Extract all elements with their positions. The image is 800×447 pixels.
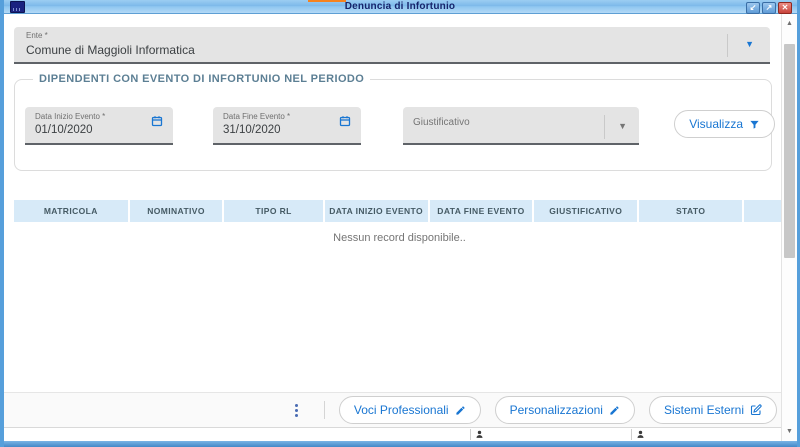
data-inizio-value: 01/10/2020 xyxy=(35,124,93,136)
toolbar-divider xyxy=(323,401,325,419)
chevron-down-icon[interactable]: ▼ xyxy=(745,39,754,49)
more-options-button[interactable] xyxy=(284,397,310,423)
sistemi-esterni-label: Sistemi Esterni xyxy=(663,403,744,417)
pencil-icon xyxy=(610,405,619,415)
voci-professionali-button[interactable]: Voci Professionali xyxy=(338,396,481,424)
window-bottom-frame xyxy=(4,441,797,447)
column-header-actions xyxy=(744,200,785,222)
visualizza-button[interactable]: Visualizza xyxy=(674,110,775,138)
column-header-data-inizio-evento[interactable]: DATA INIZIO EVENTO xyxy=(325,200,430,222)
filter-icon xyxy=(750,120,759,129)
calendar-icon[interactable] xyxy=(151,115,163,127)
column-header-data-fine-evento[interactable]: DATA FINE EVENTO xyxy=(430,200,535,222)
column-header-matricola[interactable]: MATRICOLA xyxy=(14,200,130,222)
dot xyxy=(295,403,299,407)
person-icon xyxy=(475,430,484,439)
titlebar: Denuncia di Infortunio ↙ ↗ ✕ xyxy=(4,0,797,14)
top-accent-stripe xyxy=(308,0,346,2)
edit-document-icon xyxy=(750,404,762,416)
person-icon xyxy=(636,430,645,439)
status-divider xyxy=(631,429,632,440)
dot xyxy=(295,408,299,412)
scrollbar-thumb[interactable] xyxy=(784,44,795,258)
data-inizio-evento-field[interactable]: Data Inizio Evento * 01/10/2020 xyxy=(25,107,173,145)
filters-fieldset: DIPENDENTI CON EVENTO DI INFORTUNIO NEL … xyxy=(14,73,775,171)
column-header-giustificativo[interactable]: GIUSTIFICATIVO xyxy=(534,200,640,222)
data-inizio-label: Data Inizio Evento * xyxy=(35,112,106,121)
ente-label: Ente * xyxy=(26,31,48,40)
window-content: Ente * Comune di Maggioli Informatica ▼ … xyxy=(4,14,797,441)
chevron-down-icon[interactable]: ▼ xyxy=(618,121,627,131)
status-row xyxy=(4,427,797,441)
vertical-scrollbar[interactable]: ▲ ▼ xyxy=(781,14,797,441)
sistemi-esterni-button[interactable]: Sistemi Esterni xyxy=(648,396,777,424)
dot xyxy=(295,413,299,417)
filters-legend: DIPENDENTI CON EVENTO DI INFORTUNIO NEL … xyxy=(33,73,371,85)
data-fine-evento-field[interactable]: Data Fine Evento * 31/10/2020 xyxy=(213,107,361,145)
visualizza-label: Visualizza xyxy=(689,117,743,131)
column-header-nominativo[interactable]: NOMINATIVO xyxy=(130,200,225,222)
data-fine-label: Data Fine Evento * xyxy=(223,112,291,121)
status-divider xyxy=(470,429,471,440)
giustificativo-label: Giustificativo xyxy=(413,117,470,128)
column-header-tipo-rl[interactable]: TIPO RL xyxy=(224,200,325,222)
restore-window-button[interactable]: ↙ xyxy=(746,2,760,14)
data-fine-value: 31/10/2020 xyxy=(223,124,281,136)
calendar-icon[interactable] xyxy=(339,115,351,127)
window-title: Denuncia di Infortunio xyxy=(344,1,456,12)
field-divider xyxy=(604,115,605,139)
pencil-icon xyxy=(455,405,465,415)
close-window-button[interactable]: ✕ xyxy=(778,2,792,14)
voci-professionali-label: Voci Professionali xyxy=(353,403,449,417)
field-divider xyxy=(727,34,728,57)
ente-select[interactable]: Ente * Comune di Maggioli Informatica ▼ xyxy=(14,27,770,64)
scroll-up-icon[interactable]: ▲ xyxy=(782,20,797,27)
app-window: Denuncia di Infortunio ↙ ↗ ✕ Ente * Comu… xyxy=(0,0,800,447)
grid-header: MATRICOLA NOMINATIVO TIPO RL DATA INIZIO… xyxy=(14,200,785,222)
giustificativo-select[interactable]: Giustificativo ▼ xyxy=(403,107,639,145)
column-header-stato[interactable]: STATO xyxy=(639,200,745,222)
scroll-down-icon[interactable]: ▼ xyxy=(782,428,797,435)
ente-value: Comune di Maggioli Informatica xyxy=(26,43,195,57)
personalizzazioni-label: Personalizzazioni xyxy=(509,403,603,417)
results-grid: MATRICOLA NOMINATIVO TIPO RL DATA INIZIO… xyxy=(14,200,785,244)
footer-toolbar: Voci Professionali Personalizzazioni Sis… xyxy=(4,392,797,427)
personalizzazioni-button[interactable]: Personalizzazioni xyxy=(494,396,635,424)
maximize-window-button[interactable]: ↗ xyxy=(762,2,776,14)
empty-grid-message: Nessun record disponibile.. xyxy=(333,232,466,244)
